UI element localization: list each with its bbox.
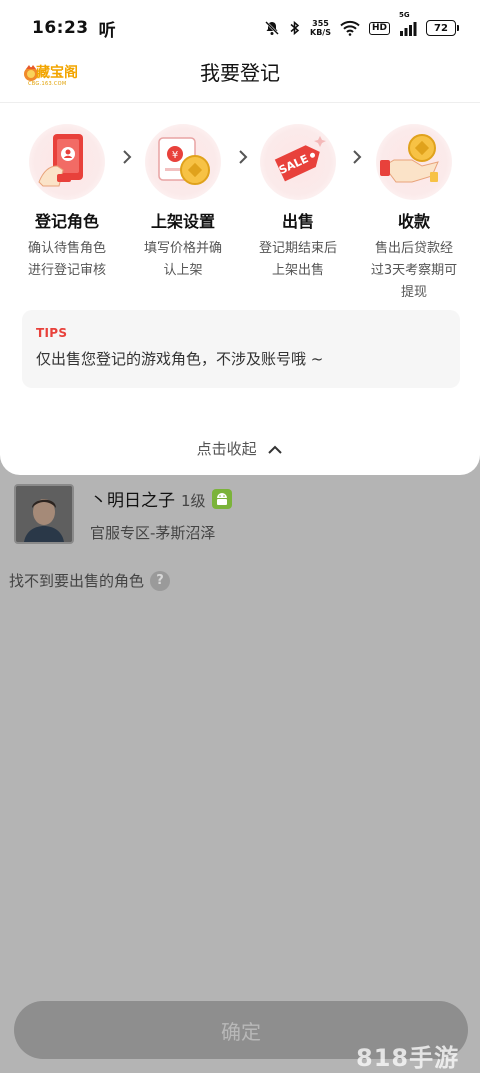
- hd-badge: HD: [368, 21, 390, 35]
- tips-label: TIPS: [36, 326, 68, 340]
- network-speed: 355 KB/S: [310, 19, 331, 37]
- tips-text: 仅出售您登记的游戏角色，不涉及账号哦 ~: [36, 350, 324, 368]
- collapse-button[interactable]: 点击收起: [0, 438, 480, 459]
- app-notification-icon: 听: [98, 20, 116, 41]
- step-title: 收款: [397, 212, 430, 231]
- step-description: 确认待售角色进行登记审核: [27, 241, 106, 278]
- network-type: 5G: [399, 11, 410, 19]
- phone-user-icon: [29, 124, 105, 200]
- status-icons: 355 KB/S HD 5G 72: [264, 11, 459, 37]
- role-name: 丶明日之子: [90, 491, 175, 511]
- status-time: 16:23: [32, 18, 89, 38]
- step-receive-payment: 收款 售出后贷款经过3天考察期可提现: [359, 124, 469, 304]
- register-steps: 登记角色 确认待售角色进行登记审核 ¥ 上架设置 填写价格并确认上架 SALE …: [0, 124, 480, 304]
- collapse-label: 点击收起: [196, 440, 257, 458]
- battery-indicator: 72: [426, 20, 459, 36]
- mute-bell-icon: [265, 21, 279, 35]
- avatar: [14, 484, 74, 544]
- role-level: 1级: [181, 492, 206, 510]
- cellular-signal: 5G: [399, 11, 417, 36]
- signal-bars-icon: [400, 22, 417, 36]
- cannot-find-label: 找不到要出售的角色: [9, 572, 145, 590]
- wifi-icon: [340, 20, 360, 36]
- step-description: 登记期结束后上架出售: [258, 241, 337, 278]
- android-icon: [211, 489, 232, 509]
- network-speed-value: 355: [312, 19, 329, 28]
- tips-box: TIPS 仅出售您登记的游戏角色，不涉及账号哦 ~: [22, 310, 460, 388]
- question-icon[interactable]: ?: [150, 570, 171, 591]
- role-name-line: 丶明日之子 1级: [90, 486, 232, 511]
- step-sell: SALE 出售 登记期结束后上架出售: [243, 124, 353, 282]
- sale-tag-icon: SALE: [260, 124, 336, 200]
- step-listing-settings: ¥ 上架设置 填写价格并确认上架: [128, 124, 238, 282]
- bluetooth-icon: [290, 20, 300, 36]
- chevron-up-icon: [268, 445, 283, 454]
- step-register-role: 登记角色 确认待售角色进行登记审核: [12, 124, 122, 282]
- watermark: 818手游网: [356, 1044, 460, 1072]
- step-title: 出售: [281, 212, 314, 231]
- role-server: 官服专区-茅斯沼泽: [90, 524, 216, 542]
- step-description: 售出后贷款经过3天考察期可提现: [370, 241, 458, 300]
- cannot-find-role-link[interactable]: 找不到要出售的角色 ?: [9, 570, 171, 591]
- status-bar: 16:23 听 355 KB/S HD 5G 72: [0, 0, 480, 56]
- hand-coin-icon: [376, 124, 452, 200]
- page-title: 我要登记: [200, 61, 280, 85]
- role-card[interactable]: 丶明日之子 1级 官服专区-茅斯沼泽: [14, 484, 466, 546]
- network-speed-unit: KB/S: [310, 28, 331, 37]
- step-title: 登记角色: [34, 212, 99, 231]
- step-description: 填写价格并确认上架: [143, 241, 222, 278]
- page-header: 藏宝阁 CBG.163.COM 我要登记: [0, 56, 480, 103]
- register-guide-sheet: 藏宝阁 CBG.163.COM 我要登记 登记角色 确认待售角色进行登记审核 ¥…: [0, 56, 480, 475]
- price-coin-icon: ¥: [145, 124, 221, 200]
- svg-text:¥: ¥: [172, 150, 178, 161]
- step-title: 上架设置: [150, 212, 215, 231]
